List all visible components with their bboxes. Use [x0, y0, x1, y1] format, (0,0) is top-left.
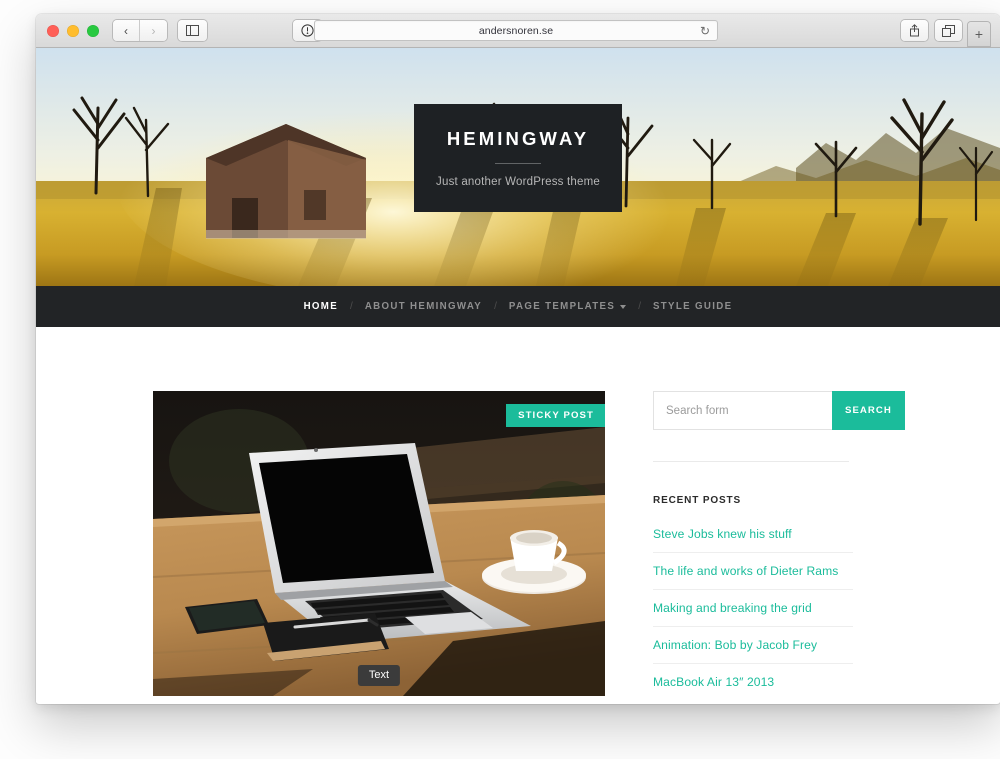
show-tabs-button[interactable]: [935, 20, 962, 41]
nav-separator: /: [350, 301, 353, 312]
minimize-window-button[interactable]: [67, 24, 79, 37]
nav-separator: /: [494, 301, 497, 312]
list-item: Animation: Bob by Jacob Frey: [653, 627, 853, 664]
site-title: HEMINGWAY: [446, 128, 590, 149]
search-form: SEARCH: [653, 391, 905, 430]
recent-post-link[interactable]: Steve Jobs knew his stuff: [653, 527, 792, 541]
featured-post-card[interactable]: STICKY POST Text: [153, 391, 605, 696]
browser-toolbar: ‹ › andersnoren.se ↻ +: [36, 14, 1000, 48]
chevron-down-icon: [620, 305, 627, 309]
actions-group: [901, 20, 928, 41]
search-input[interactable]: [653, 391, 832, 430]
recent-posts-list: Steve Jobs knew his stuff The life and w…: [653, 519, 853, 697]
sidebar-divider: [653, 461, 849, 462]
recent-posts-heading: RECENT POSTS: [653, 495, 741, 506]
window-controls: [47, 24, 99, 37]
list-item: Making and breaking the grid: [653, 590, 853, 627]
nav-item-about-hemingway[interactable]: ABOUT HEMINGWAY: [365, 301, 482, 312]
url-text: andersnoren.se: [478, 24, 554, 37]
desktop-background: ‹ › andersnoren.se ↻ + HEMINGWAY Just an…: [0, 0, 1000, 759]
close-window-button[interactable]: [47, 24, 59, 37]
safari-browser-window: ‹ › andersnoren.se ↻ + HEMINGWAY Just an…: [36, 14, 1000, 704]
toolbar-right-group: +: [887, 20, 990, 46]
navigation-buttons: ‹ ›: [113, 20, 167, 41]
share-icon: [910, 24, 919, 37]
page-viewport: HEMINGWAY Just another WordPress theme H…: [36, 48, 1000, 703]
forward-button[interactable]: ›: [140, 20, 167, 41]
new-tab-button[interactable]: +: [968, 22, 990, 46]
address-bar[interactable]: andersnoren.se ↻: [314, 20, 718, 41]
hero-header: HEMINGWAY Just another WordPress theme: [36, 48, 1000, 286]
list-item: The life and works of Dieter Rams: [653, 553, 853, 590]
nav-item-home[interactable]: HOME: [304, 301, 338, 312]
reader-icon: [301, 24, 314, 37]
list-item: Steve Jobs knew his stuff: [653, 519, 853, 553]
reload-icon[interactable]: ↻: [700, 25, 710, 37]
list-item: MacBook Air 13″ 2013: [653, 664, 853, 697]
sidebar: SEARCH RECENT POSTS Steve Jobs knew his …: [653, 391, 905, 703]
sticky-post-badge: STICKY POST: [506, 404, 605, 427]
tabs-icon: [942, 24, 955, 37]
tabs-overview-group: [935, 20, 962, 41]
site-title-box: HEMINGWAY Just another WordPress theme: [414, 104, 622, 212]
featured-image: [153, 391, 605, 696]
nav-label: PAGE TEMPLATES: [508, 301, 616, 312]
nav-separator: /: [638, 301, 641, 312]
sidebar-icon: [186, 25, 199, 36]
recent-post-link[interactable]: Animation: Bob by Jacob Frey: [653, 638, 817, 652]
search-submit-button[interactable]: SEARCH: [832, 391, 905, 430]
site-tagline: Just another WordPress theme: [436, 176, 600, 188]
content-area: STICKY POST Text SEARCH RECENT POSTS St: [36, 327, 1000, 703]
main-column: STICKY POST Text: [153, 391, 605, 703]
nav-label: HOME: [303, 301, 339, 312]
recent-post-link[interactable]: MacBook Air 13″ 2013: [653, 675, 774, 689]
sidebar-toggle-button[interactable]: [178, 20, 207, 41]
nav-label: ABOUT HEMINGWAY: [364, 301, 483, 312]
maximize-window-button[interactable]: [87, 24, 99, 37]
nav-label: STYLE GUIDE: [652, 301, 733, 312]
main-navigation: HOME / ABOUT HEMINGWAY / PAGE TEMPLATES …: [36, 286, 1000, 327]
recent-post-link[interactable]: Making and breaking the grid: [653, 601, 812, 615]
recent-post-link[interactable]: The life and works of Dieter Rams: [653, 564, 838, 578]
nav-item-page-templates[interactable]: PAGE TEMPLATES: [508, 301, 627, 312]
nav-item-style-guide[interactable]: STYLE GUIDE: [653, 301, 732, 312]
share-button[interactable]: [901, 20, 928, 41]
title-divider: [495, 163, 541, 164]
post-format-badge[interactable]: Text: [357, 665, 401, 686]
back-button[interactable]: ‹: [113, 20, 140, 41]
